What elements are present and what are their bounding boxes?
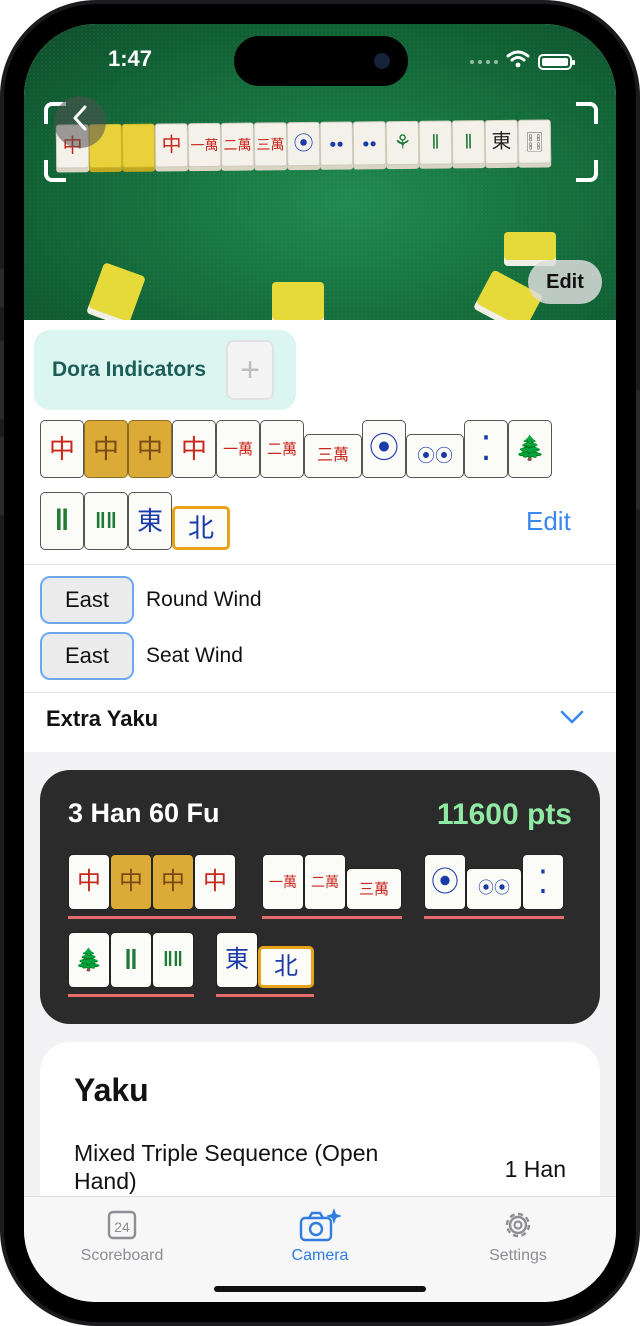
meld-group: 一萬 二萬 三萬 bbox=[262, 854, 402, 919]
divider bbox=[24, 564, 616, 565]
front-camera bbox=[374, 53, 390, 69]
chevron-left-icon bbox=[72, 105, 88, 139]
wifi-icon bbox=[506, 50, 530, 73]
tab-settings[interactable]: Settings bbox=[438, 1203, 598, 1265]
hand-tile-highlighted[interactable]: 北 bbox=[172, 506, 230, 550]
edit-hand-button[interactable]: Edit bbox=[526, 506, 571, 537]
scan-corner bbox=[44, 160, 66, 182]
hand-tile[interactable]: 一萬 bbox=[216, 420, 260, 478]
battery-icon bbox=[538, 53, 575, 70]
hand-tile[interactable]: ‖‖ bbox=[84, 492, 128, 550]
hand-tile[interactable]: ‖ bbox=[40, 492, 84, 550]
points-total: 11600 pts bbox=[436, 798, 572, 831]
hand-tile[interactable]: 中 bbox=[128, 420, 172, 478]
chevron-down-icon[interactable] bbox=[560, 710, 584, 724]
meld-group: 東 北 bbox=[216, 932, 314, 997]
round-wind-button[interactable]: East bbox=[40, 576, 134, 624]
hand-tile[interactable]: 中 bbox=[172, 420, 216, 478]
gear-icon bbox=[438, 1203, 598, 1247]
meld-tile: ‖ bbox=[110, 932, 152, 988]
dora-indicators: Dora Indicators + bbox=[34, 330, 296, 410]
hand-tile[interactable]: ⦿ bbox=[362, 420, 406, 478]
action-button bbox=[0, 268, 4, 308]
scan-corner bbox=[576, 102, 598, 124]
yaku-name: Mixed Triple Sequence (Open Hand) bbox=[74, 1140, 379, 1194]
plus-icon: + bbox=[240, 350, 260, 389]
yaku-title: Yaku bbox=[74, 1072, 149, 1108]
status-icons bbox=[470, 50, 575, 73]
camera-preview: 中 中 一萬 二萬 三萬 ⦿ ●● ●● ⚘ ‖ ‖ 東 🀓 bbox=[24, 24, 616, 320]
meld-tile: ⦿⦿ bbox=[466, 868, 522, 910]
hand-tile[interactable]: 二萬 bbox=[260, 420, 304, 478]
meld-tile: 中 bbox=[110, 854, 152, 910]
volume-up-button bbox=[0, 340, 4, 420]
seat-wind-button[interactable]: East bbox=[40, 632, 134, 680]
hand-tile[interactable]: 中 bbox=[84, 420, 128, 478]
hand-tiles-row-1: 中 中 中 中 一萬 二萬 三萬 ⦿ ⦿⦿ ⁚ 🌲 bbox=[40, 420, 552, 478]
svg-text:24: 24 bbox=[114, 1219, 130, 1235]
meld-group: 🌲 ‖ ‖‖ bbox=[68, 932, 194, 997]
meld-tile: 中 bbox=[152, 854, 194, 910]
meld-tile: 中 bbox=[194, 854, 236, 910]
power-button bbox=[636, 390, 640, 510]
meld-tile: ⦿ bbox=[424, 854, 466, 910]
meld-tile: ‖‖ bbox=[152, 932, 194, 988]
meld-tile: 一萬 bbox=[262, 854, 304, 910]
tab-settings-label: Settings bbox=[489, 1247, 547, 1264]
screen: 中 中 一萬 二萬 三萬 ⦿ ●● ●● ⚘ ‖ ‖ 東 🀓 bbox=[24, 24, 616, 1302]
dynamic-island bbox=[234, 36, 408, 86]
yaku-han: 1 Han bbox=[504, 1156, 566, 1182]
hand-tiles-row-2: ‖ ‖‖ 東 北 bbox=[40, 492, 230, 550]
table-tile bbox=[272, 282, 324, 320]
cellular-signal-icon bbox=[470, 59, 498, 64]
meld-tile: ⁚ bbox=[522, 854, 564, 910]
dora-indicators-label: Dora Indicators bbox=[52, 358, 207, 381]
calendar-icon: 24 bbox=[42, 1203, 202, 1247]
meld-tile: 三萬 bbox=[346, 868, 402, 910]
hand-tile[interactable]: 三萬 bbox=[304, 434, 362, 478]
han-fu-summary: 3 Han 60 Fu bbox=[68, 798, 220, 828]
hand-tile[interactable]: ⁚ bbox=[464, 420, 508, 478]
tab-camera-label: Camera bbox=[291, 1247, 349, 1264]
status-time: 1:47 bbox=[108, 46, 153, 71]
meld-tile: 東 bbox=[216, 932, 258, 988]
tab-scoreboard[interactable]: 24 Scoreboard bbox=[42, 1203, 202, 1265]
hand-tile[interactable]: 東 bbox=[128, 492, 172, 550]
meld-tile-highlighted: 北 bbox=[258, 946, 314, 988]
camera-sparkle-icon bbox=[240, 1203, 400, 1247]
edit-photo-button[interactable]: Edit bbox=[528, 260, 602, 304]
hand-tile[interactable]: 🌲 bbox=[508, 420, 552, 478]
round-wind-label: Round Wind bbox=[146, 588, 262, 611]
volume-down-button bbox=[0, 436, 4, 516]
divider bbox=[24, 692, 616, 693]
hand-tile[interactable]: 中 bbox=[40, 420, 84, 478]
seat-wind-label: Seat Wind bbox=[146, 644, 243, 667]
scan-corner bbox=[576, 160, 598, 182]
scan-frame bbox=[44, 102, 598, 182]
hand-panel: Dora Indicators + 中 中 中 中 一萬 二萬 三萬 ⦿ ⦿⦿ … bbox=[24, 320, 616, 752]
hand-tile[interactable]: ⦿⦿ bbox=[406, 434, 464, 478]
add-dora-button[interactable]: + bbox=[226, 340, 274, 400]
back-button[interactable] bbox=[54, 96, 106, 148]
score-card: 3 Han 60 Fu 11600 pts 中 中 中 中 一萬 二萬 三萬 ⦿… bbox=[40, 770, 600, 1024]
meld-tile: 🌲 bbox=[68, 932, 110, 988]
extra-yaku-label[interactable]: Extra Yaku bbox=[46, 706, 158, 732]
meld-group: ⦿ ⦿⦿ ⁚ bbox=[424, 854, 564, 919]
meld-group: 中 中 中 中 bbox=[68, 854, 236, 919]
tab-scoreboard-label: Scoreboard bbox=[80, 1247, 164, 1264]
tab-camera[interactable]: Camera bbox=[240, 1203, 400, 1265]
meld-tile: 二萬 bbox=[304, 854, 346, 910]
meld-tile: 中 bbox=[68, 854, 110, 910]
home-indicator[interactable] bbox=[214, 1286, 426, 1292]
